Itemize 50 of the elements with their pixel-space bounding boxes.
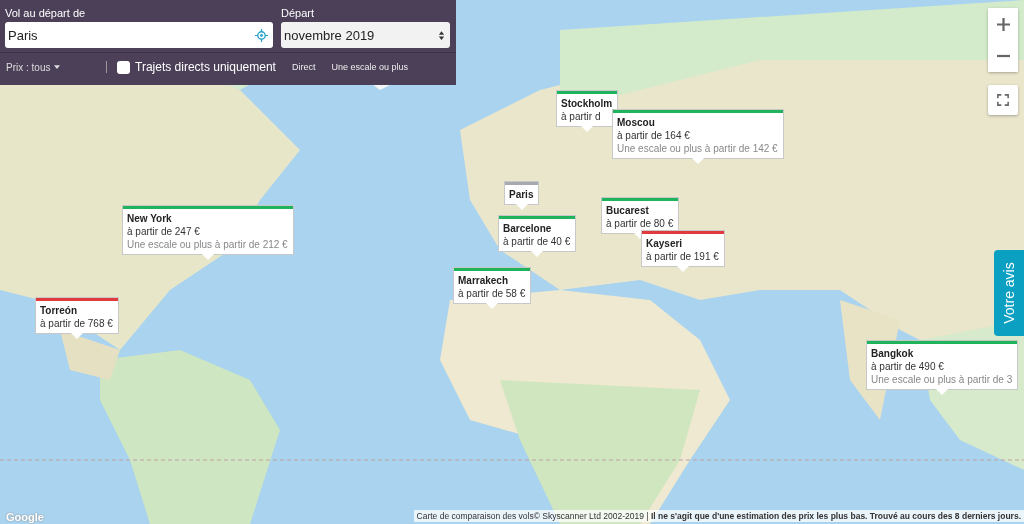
price-filter[interactable]: Prix : tous bbox=[6, 61, 106, 73]
attribution-text: Carte de comparaison des vols© Skyscanner Ltd 2002-2019 | Il ne s'agit que d'une estimation des prix les plus bas. Trouvé au cours des 8 derniers jours. bbox=[413, 510, 1024, 522]
legend-label: Une escale ou plus bbox=[331, 62, 409, 72]
price-text: à partir de 80 € bbox=[606, 218, 674, 229]
city-name: Marrakech bbox=[458, 275, 510, 286]
caret-icon bbox=[54, 65, 61, 69]
field-label: Vol au départ de bbox=[5, 7, 87, 19]
zoom-out-button[interactable] bbox=[988, 40, 1018, 72]
city-name: Paris bbox=[509, 189, 534, 200]
checkbox[interactable] bbox=[117, 60, 130, 74]
stopover-price: Une escale ou plus à partir de 3 bbox=[871, 374, 1013, 385]
popup-pointer bbox=[581, 126, 594, 132]
popup-pointer bbox=[531, 251, 544, 257]
legend-label: Direct bbox=[291, 62, 316, 72]
plus-icon bbox=[996, 17, 1010, 31]
city-name: Barcelone bbox=[503, 223, 553, 234]
city-name: Torreón bbox=[40, 305, 79, 316]
price-text: à partir de 768 € bbox=[40, 318, 113, 329]
popup-pointer bbox=[486, 303, 499, 309]
stopover-price: Une escale ou plus à partir de 142 € bbox=[617, 143, 778, 154]
fullscreen-icon bbox=[997, 94, 1009, 106]
price-text: à partir d bbox=[561, 111, 602, 122]
city-name: Stockholm bbox=[561, 98, 613, 109]
city-name: Bucarest bbox=[606, 205, 650, 216]
price-text: à partir de 490 € bbox=[871, 361, 945, 372]
city-name: Bangkok bbox=[871, 348, 915, 359]
stepper-icon bbox=[438, 29, 445, 41]
month-select[interactable]: novembre 2019 bbox=[281, 22, 450, 48]
city-name: Kayseri bbox=[646, 238, 684, 249]
popup-pointer bbox=[201, 254, 214, 260]
zoom-in-button[interactable] bbox=[988, 8, 1018, 40]
origin-field[interactable]: Paris bbox=[5, 22, 273, 48]
locate-icon[interactable] bbox=[255, 28, 268, 42]
popup-pointer bbox=[676, 266, 689, 272]
popup-pointer bbox=[70, 333, 83, 339]
stopover-price: Une escale ou plus à partir de 212 € bbox=[127, 239, 288, 250]
price-text: à partir de 40 € bbox=[503, 236, 571, 247]
popup-pointer bbox=[936, 389, 949, 395]
price-text: à partir de 164 € bbox=[617, 130, 691, 141]
city-name: New York bbox=[127, 213, 173, 224]
price-text: à partir de 58 € bbox=[458, 288, 526, 299]
checkbox-label[interactable]: Trajets directs uniquement bbox=[135, 60, 276, 74]
price-text: à partir de 247 € bbox=[127, 226, 201, 237]
minus-icon bbox=[996, 54, 1010, 58]
city-name: Moscou bbox=[617, 117, 656, 128]
field-label: Départ bbox=[281, 7, 316, 19]
logo-text: Google bbox=[6, 511, 44, 523]
popup-pointer bbox=[691, 158, 704, 164]
price-text: à partir de 191 € bbox=[646, 251, 719, 262]
fullscreen-button[interactable] bbox=[988, 85, 1018, 115]
